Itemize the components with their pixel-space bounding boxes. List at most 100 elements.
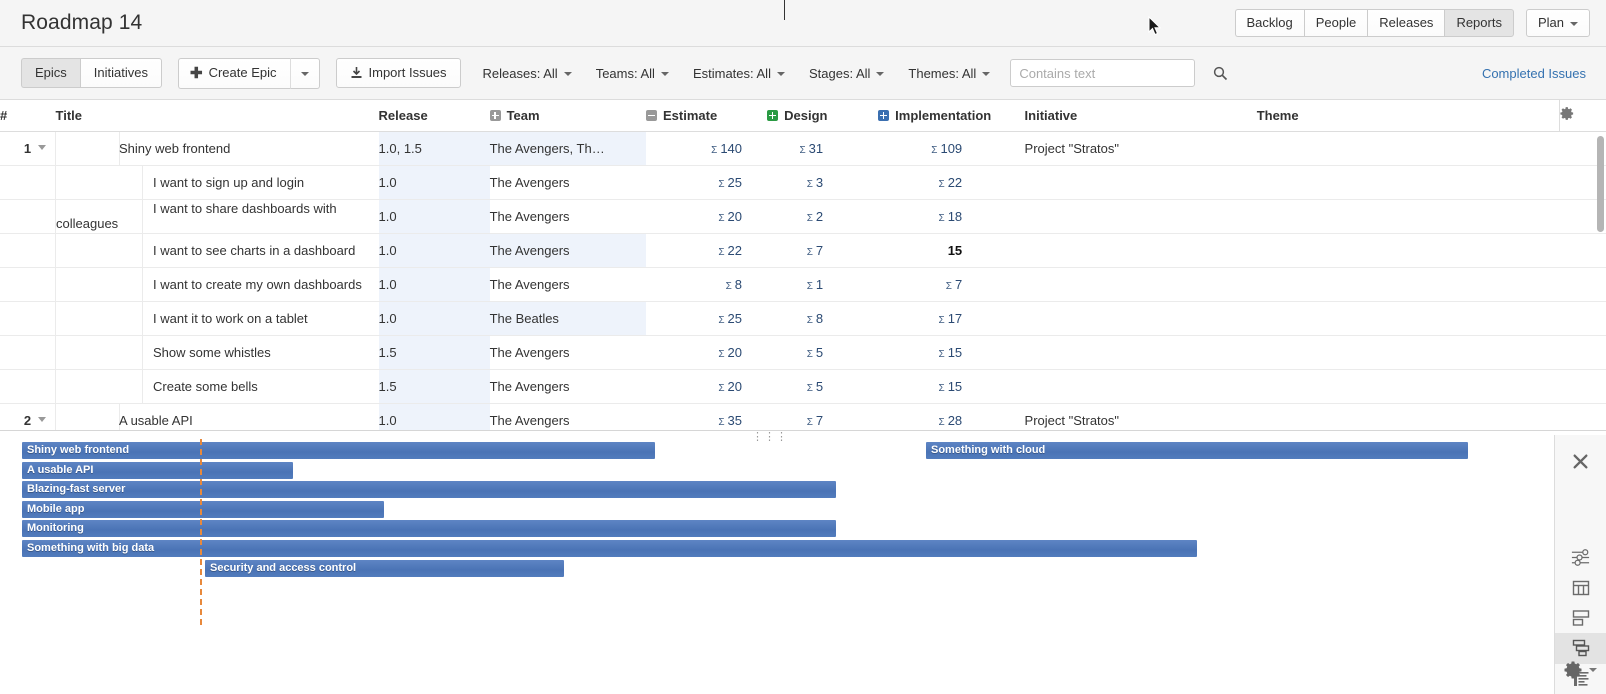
row-estimate[interactable]: Σ25: [646, 301, 767, 335]
table-row[interactable]: 2A usable API1.0The AvengersΣ35Σ7Σ28Proj…: [0, 403, 1606, 430]
scope-sliders-button[interactable]: [1555, 542, 1606, 572]
filter-themes[interactable]: Themes: All: [908, 66, 990, 81]
row-initiative[interactable]: [1025, 267, 1257, 301]
row-theme[interactable]: [1257, 165, 1560, 199]
row-implementation[interactable]: Σ18: [878, 199, 1024, 233]
row-theme[interactable]: [1257, 403, 1560, 430]
row-release[interactable]: 1.0: [379, 267, 490, 301]
header-design[interactable]: Design: [767, 100, 878, 131]
row-design[interactable]: Σ7: [767, 233, 878, 267]
header-initiative[interactable]: Initiative: [1025, 100, 1257, 131]
row-title-cell[interactable]: Show some whistles: [56, 335, 379, 369]
grid-vertical-scrollbar[interactable]: [1597, 136, 1604, 232]
filter-teams[interactable]: Teams: All: [596, 66, 669, 81]
row-release[interactable]: 1.0: [379, 233, 490, 267]
search-button[interactable]: [1209, 62, 1232, 85]
row-implementation[interactable]: Σ22: [878, 165, 1024, 199]
tab-releases[interactable]: Releases: [1367, 9, 1444, 37]
plan-menu-button[interactable]: Plan: [1526, 9, 1590, 37]
table-row[interactable]: I want to create my own dashboards1.0The…: [0, 267, 1606, 301]
row-team[interactable]: The Avengers: [490, 267, 646, 301]
row-implementation[interactable]: 15: [878, 233, 1024, 267]
row-theme[interactable]: [1257, 335, 1560, 369]
header-title[interactable]: Title: [56, 100, 379, 131]
row-design[interactable]: Σ31: [767, 131, 878, 165]
row-implementation[interactable]: Σ109: [878, 131, 1024, 165]
tab-reports[interactable]: Reports: [1444, 9, 1514, 37]
row-title-cell[interactable]: I want it to work on a tablet: [56, 301, 379, 335]
row-release[interactable]: 1.0: [379, 165, 490, 199]
gantt-bar[interactable]: A usable API: [22, 462, 293, 479]
row-theme[interactable]: [1257, 233, 1560, 267]
row-team[interactable]: The Avengers: [490, 165, 646, 199]
table-row[interactable]: I want it to work on a tablet1.0The Beat…: [0, 301, 1606, 335]
create-epic-dropdown-button[interactable]: [291, 58, 320, 89]
tab-backlog[interactable]: Backlog: [1235, 9, 1304, 37]
row-estimate[interactable]: Σ22: [646, 233, 767, 267]
row-estimate[interactable]: Σ8: [646, 267, 767, 301]
header-settings[interactable]: [1560, 100, 1606, 131]
row-release[interactable]: 1.0, 1.5: [379, 131, 490, 165]
completed-issues-link[interactable]: Completed Issues: [1482, 66, 1586, 81]
gantt-bar[interactable]: Monitoring: [22, 520, 836, 537]
row-design[interactable]: Σ5: [767, 369, 878, 403]
row-release[interactable]: 1.5: [379, 369, 490, 403]
gantt-bar[interactable]: Blazing-fast server: [22, 481, 836, 498]
filter-estimates[interactable]: Estimates: All: [693, 66, 785, 81]
row-design[interactable]: Σ7: [767, 403, 878, 430]
row-title-cell[interactable]: I want to see charts in a dashboard: [56, 233, 379, 267]
filter-stages[interactable]: Stages: All: [809, 66, 884, 81]
row-team[interactable]: The Avengers: [490, 335, 646, 369]
table-row[interactable]: Create some bells1.5The AvengersΣ20Σ5Σ15: [0, 369, 1606, 403]
gantt-bar[interactable]: Something with big data: [22, 540, 1197, 557]
row-team[interactable]: The Avengers: [490, 199, 646, 233]
row-release[interactable]: 1.0: [379, 403, 490, 430]
header-estimate[interactable]: Estimate: [646, 100, 767, 131]
import-issues-button[interactable]: Import Issues: [336, 58, 461, 88]
chevron-down-icon[interactable]: [38, 145, 46, 150]
row-team[interactable]: The Avengers: [490, 233, 646, 267]
table-row[interactable]: I want to sign up and login1.0The Avenge…: [0, 165, 1606, 199]
row-design[interactable]: Σ3: [767, 165, 878, 199]
row-theme[interactable]: [1257, 267, 1560, 301]
split-view-button[interactable]: [1555, 603, 1606, 633]
row-initiative[interactable]: [1025, 199, 1257, 233]
header-theme[interactable]: Theme: [1257, 100, 1560, 131]
row-initiative[interactable]: [1025, 165, 1257, 199]
table-row[interactable]: 1Shiny web frontend1.0, 1.5The Avengers,…: [0, 131, 1606, 165]
row-estimate[interactable]: Σ35: [646, 403, 767, 430]
settings-button[interactable]: [1564, 660, 1597, 680]
row-initiative[interactable]: Project "Stratos": [1025, 131, 1257, 165]
close-panel-button[interactable]: [1555, 446, 1606, 476]
gantt-bar[interactable]: Shiny web frontend: [22, 442, 655, 459]
create-epic-button[interactable]: ✚Create Epic: [178, 58, 291, 89]
table-view-button[interactable]: [1555, 572, 1606, 602]
row-release[interactable]: 1.0: [379, 301, 490, 335]
plus-square-blue-icon[interactable]: [878, 110, 889, 121]
minus-square-gray-icon[interactable]: [646, 110, 657, 121]
tab-people[interactable]: People: [1304, 9, 1367, 37]
row-team[interactable]: The Avengers: [490, 369, 646, 403]
row-implementation[interactable]: Σ15: [878, 369, 1024, 403]
row-title-cell[interactable]: A usable API: [56, 403, 379, 430]
row-estimate[interactable]: Σ140: [646, 131, 767, 165]
row-initiative[interactable]: [1025, 233, 1257, 267]
toggle-initiatives[interactable]: Initiatives: [80, 58, 162, 88]
search-input[interactable]: [1010, 59, 1195, 87]
row-release[interactable]: 1.5: [379, 335, 490, 369]
row-design[interactable]: Σ5: [767, 335, 878, 369]
row-estimate[interactable]: Σ25: [646, 165, 767, 199]
row-implementation[interactable]: Σ7: [878, 267, 1024, 301]
chevron-down-icon[interactable]: [38, 417, 46, 422]
row-estimate[interactable]: Σ20: [646, 199, 767, 233]
row-initiative[interactable]: [1025, 301, 1257, 335]
header-num[interactable]: #: [0, 100, 56, 131]
toggle-epics[interactable]: Epics: [21, 58, 80, 88]
table-row[interactable]: Show some whistles1.5The AvengersΣ20Σ5Σ1…: [0, 335, 1606, 369]
row-theme[interactable]: [1257, 301, 1560, 335]
row-design[interactable]: Σ1: [767, 267, 878, 301]
row-title-cell[interactable]: Shiny web frontend: [56, 131, 379, 165]
row-implementation[interactable]: Σ17: [878, 301, 1024, 335]
row-implementation[interactable]: Σ15: [878, 335, 1024, 369]
plus-square-gray-icon[interactable]: [490, 110, 501, 121]
